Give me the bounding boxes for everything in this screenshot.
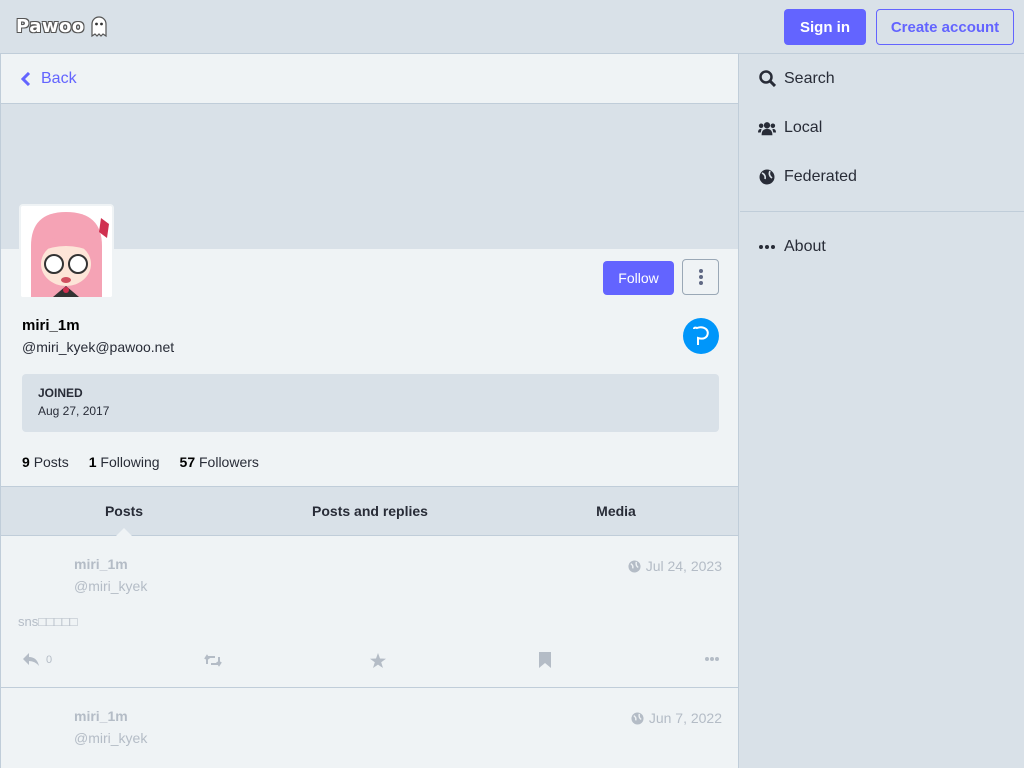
status-item[interactable]: miri_1m @miri_kyek Jun 7, 2022	[1, 688, 738, 768]
followers-count[interactable]: 57 Followers	[180, 454, 259, 470]
follow-button[interactable]: Follow	[603, 261, 674, 295]
avatar[interactable]	[19, 204, 114, 299]
nav-federated[interactable]: Federated	[740, 152, 1024, 201]
users-icon	[758, 120, 776, 136]
nav-local-label: Local	[784, 118, 823, 136]
status-timestamp[interactable]: Jun 7, 2022	[631, 710, 722, 726]
tab-posts[interactable]: Posts	[1, 487, 247, 536]
status-display-name[interactable]: miri_1m	[74, 708, 128, 724]
ellipsis-horizontal-icon	[758, 244, 776, 249]
display-name: miri_1m	[22, 317, 80, 334]
nav-search[interactable]: Search	[740, 54, 1024, 103]
status-item[interactable]: miri_1m @miri_kyek Jul 24, 2023 sns□□□□□…	[1, 536, 738, 688]
profile-counts: 9 Posts 1 Following 57 Followers	[22, 454, 259, 470]
back-label: Back	[41, 69, 77, 87]
joined-info: JOINED Aug 27, 2017	[22, 374, 719, 432]
pawoo-logo[interactable]: Pawoo	[16, 14, 109, 38]
globe-icon	[758, 169, 776, 185]
reply-count: 0	[46, 653, 53, 666]
back-button[interactable]: Back	[1, 54, 738, 104]
nav-search-label: Search	[784, 69, 835, 87]
bookmark-icon	[539, 652, 551, 668]
globe-icon	[631, 711, 644, 725]
status-content: sns□□□□□	[18, 614, 78, 629]
ghost-mascot-icon	[91, 16, 107, 38]
create-account-button[interactable]: Create account	[876, 9, 1014, 45]
profile-tabs: Posts Posts and replies Media	[1, 486, 738, 536]
following-count[interactable]: 1 Following	[89, 454, 160, 470]
top-bar: Pawoo Sign in Create account	[0, 0, 1024, 54]
status-display-name[interactable]: miri_1m	[74, 556, 128, 572]
status-account-handle: @miri_kyek	[74, 578, 148, 594]
bookmark-button[interactable]	[539, 652, 551, 668]
main-column: Back Follow miri_1m @miri_kyek@pawoo.net…	[0, 54, 739, 768]
pixiv-icon	[693, 326, 709, 345]
pixiv-link[interactable]	[683, 318, 719, 354]
joined-date: Aug 27, 2017	[38, 404, 110, 418]
status-more-button[interactable]	[705, 657, 719, 661]
nav-about[interactable]: About	[740, 222, 1024, 271]
reply-button[interactable]: 0	[22, 652, 52, 667]
status-timestamp[interactable]: Jul 24, 2023	[628, 558, 722, 574]
logo-text: Pawoo	[16, 15, 85, 37]
globe-icon	[628, 559, 641, 573]
retweet-icon	[204, 654, 222, 667]
sign-in-button[interactable]: Sign in	[784, 9, 866, 45]
tab-posts-and-replies[interactable]: Posts and replies	[247, 487, 493, 535]
favourite-button[interactable]	[370, 653, 386, 668]
nav-divider	[740, 211, 1024, 212]
chevron-left-icon	[21, 71, 31, 86]
ellipsis-horizontal-icon	[705, 657, 719, 661]
posts-count[interactable]: 9 Posts	[22, 454, 69, 470]
search-icon	[758, 70, 776, 87]
account-handle: @miri_kyek@pawoo.net	[22, 339, 175, 355]
star-icon	[370, 653, 386, 668]
status-account-handle: @miri_kyek	[74, 730, 148, 746]
avatar-image	[21, 206, 112, 297]
reply-icon	[23, 653, 39, 666]
more-options-button[interactable]	[682, 259, 719, 295]
navigation-sidebar: Search Local Federated About	[740, 54, 1024, 768]
ellipsis-vertical-icon	[698, 269, 703, 285]
tab-media[interactable]: Media	[493, 487, 738, 535]
nav-about-label: About	[784, 237, 826, 255]
nav-federated-label: Federated	[784, 167, 857, 185]
joined-label: JOINED	[38, 386, 83, 400]
nav-local[interactable]: Local	[740, 103, 1024, 152]
boost-button[interactable]	[204, 654, 222, 667]
